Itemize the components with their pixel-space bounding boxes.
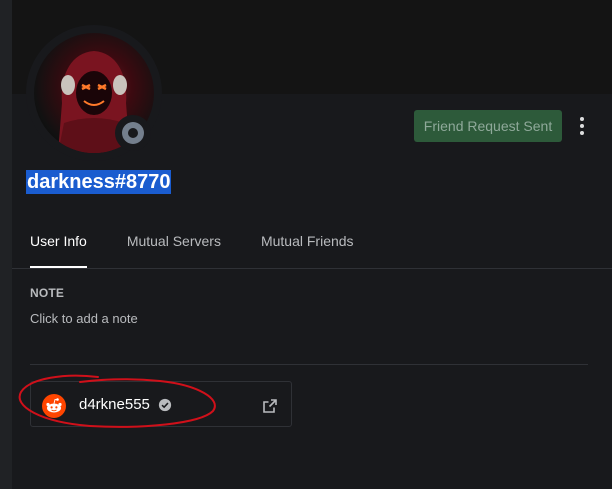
status-icon-center (128, 128, 138, 138)
external-link-icon[interactable] (262, 398, 278, 414)
username[interactable]: darkness#8770 (26, 170, 172, 194)
more-vertical-icon[interactable] (574, 114, 590, 138)
left-edge (0, 0, 12, 489)
friend-request-sent-button[interactable]: Friend Request Sent (414, 110, 562, 142)
connection-card: d4rkne555 (30, 381, 292, 427)
tabs-divider (12, 268, 612, 269)
more-dot (580, 131, 584, 135)
connection-name: d4rkne555 (79, 396, 150, 413)
reddit-icon (42, 394, 66, 418)
note-heading: NOTE (30, 286, 65, 300)
more-dot (580, 124, 584, 128)
profile-tabs: User Info Mutual Servers Mutual Friends (30, 232, 394, 268)
tab-user-info[interactable]: User Info (30, 232, 87, 268)
tab-mutual-friends[interactable]: Mutual Friends (261, 232, 354, 268)
tab-mutual-servers[interactable]: Mutual Servers (127, 232, 221, 268)
note-input[interactable]: Click to add a note (30, 311, 138, 326)
section-divider (30, 364, 588, 365)
more-dot (580, 117, 584, 121)
verified-icon (158, 398, 172, 412)
